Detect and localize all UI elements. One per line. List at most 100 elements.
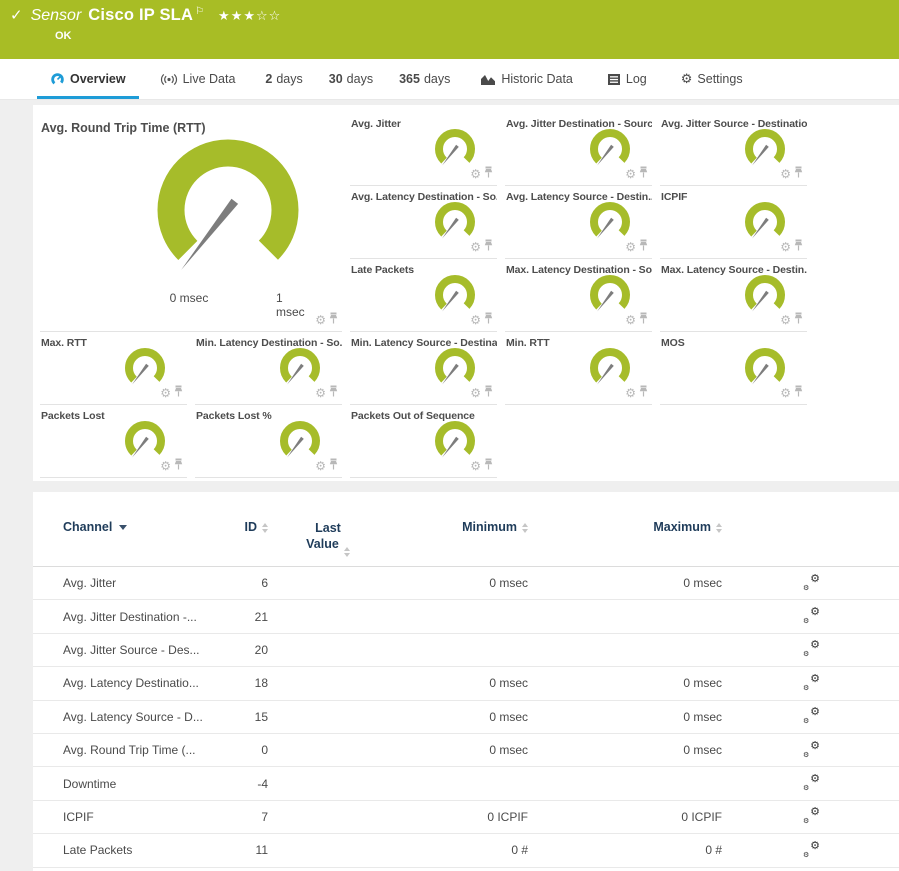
gauge-avg-latency-source-destin[interactable]: Avg. Latency Source - Destin... ⚙	[505, 186, 652, 259]
channel-name: Avg. Latency Source - D...	[63, 710, 208, 724]
table-row[interactable]: Avg. Round Trip Time (... 0 0 msec 0 mse…	[33, 734, 899, 767]
gauge-late-packets[interactable]: Late Packets ⚙	[350, 259, 497, 332]
tab-2-days[interactable]: 2 days	[252, 59, 315, 99]
gauge-pin-icon[interactable]	[484, 384, 493, 402]
table-header-row: Channel ID Last Value Minimum Maximum	[33, 520, 899, 567]
tab-live-data[interactable]: Live Data	[143, 59, 253, 99]
gauge-mos[interactable]: MOS ⚙	[660, 332, 807, 405]
gauge-title: Min. Latency Source - Destina...	[350, 332, 497, 349]
gauge-packets-out-of-sequence[interactable]: Packets Out of Sequence ⚙	[350, 405, 497, 478]
gauge-pin-icon[interactable]	[484, 165, 493, 183]
gauge-pin-icon[interactable]	[794, 311, 803, 329]
table-row[interactable]: Avg. Latency Source - D... 15 0 msec 0 m…	[33, 701, 899, 734]
gauge-gear-icon[interactable]: ⚙	[625, 168, 636, 180]
gauge-pin-icon[interactable]	[174, 457, 183, 475]
column-header-last-value[interactable]: Last Value	[302, 520, 354, 554]
gauge-gear-icon[interactable]: ⚙	[780, 387, 791, 399]
tab-30-days[interactable]: 30 days	[316, 59, 386, 99]
gauge-gear-icon[interactable]: ⚙	[470, 387, 481, 399]
gauge-avg-jitter[interactable]: Avg. Jitter ⚙	[350, 113, 497, 186]
gauge-pin-icon[interactable]	[639, 384, 648, 402]
gauge-gear-icon[interactable]: ⚙	[780, 314, 791, 326]
gauge-min-latency-source-destina[interactable]: Min. Latency Source - Destina... ⚙	[350, 332, 497, 405]
column-header-minimum[interactable]: Minimum	[462, 520, 528, 534]
gauge-pin-icon[interactable]	[329, 384, 338, 402]
gauge-pin-icon[interactable]	[794, 165, 803, 183]
column-header-channel[interactable]: Channel	[63, 520, 127, 534]
channel-settings-icon[interactable]: ⚙⚙	[803, 607, 820, 623]
channel-settings-icon[interactable]: ⚙⚙	[803, 807, 820, 823]
table-row[interactable]: Avg. Latency Destinatio... 18 0 msec 0 m…	[33, 667, 899, 700]
channel-settings-icon[interactable]: ⚙⚙	[803, 741, 820, 757]
channel-settings-icon[interactable]: ⚙⚙	[803, 674, 820, 690]
channel-id: 21	[208, 610, 268, 624]
gauge-title: Packets Lost %	[195, 405, 342, 422]
gauge-dial	[143, 267, 333, 284]
gauge-gear-icon[interactable]: ⚙	[160, 460, 171, 472]
flag-icon[interactable]: ⚐	[195, 6, 204, 17]
channel-name: Downtime	[63, 777, 208, 791]
table-row[interactable]: ICPIF 7 0 ICPIF 0 ICPIF ⚙⚙	[33, 801, 899, 834]
gauge-gear-icon[interactable]: ⚙	[625, 241, 636, 253]
table-row[interactable]: Avg. Jitter 6 0 msec 0 msec ⚙⚙	[33, 567, 899, 600]
gauge-packets-lost[interactable]: Packets Lost % ⚙	[195, 405, 342, 478]
sort-updown-icon	[262, 523, 268, 533]
channel-settings-icon[interactable]: ⚙⚙	[803, 640, 820, 656]
column-header-id[interactable]: ID	[245, 520, 269, 534]
gauge-avg-latency-destination-so[interactable]: Avg. Latency Destination - So... ⚙	[350, 186, 497, 259]
tab-log[interactable]: Log	[590, 59, 664, 99]
gauge-avg-round-trip-time-rtt[interactable]: Avg. Round Trip Time (RTT) 0 msec 1 msec…	[40, 113, 342, 332]
tab-overview[interactable]: Overview	[33, 59, 143, 99]
gauge-min-rtt[interactable]: Min. RTT ⚙	[505, 332, 652, 405]
gauge-pin-icon[interactable]	[639, 311, 648, 329]
gauge-gear-icon[interactable]: ⚙	[470, 241, 481, 253]
gauge-gear-icon[interactable]: ⚙	[315, 460, 326, 472]
gauge-min-latency-destination-so[interactable]: Min. Latency Destination - So... ⚙	[195, 332, 342, 405]
tab-365-days[interactable]: 365 days	[386, 59, 463, 99]
gauge-gear-icon[interactable]: ⚙	[160, 387, 171, 399]
gauge-gear-icon[interactable]: ⚙	[780, 241, 791, 253]
gauge-gear-icon[interactable]: ⚙	[470, 314, 481, 326]
gauge-icpif[interactable]: ICPIF ⚙	[660, 186, 807, 259]
channel-minimum: 0 msec	[388, 710, 528, 724]
gauge-max-latency-source-destin[interactable]: Max. Latency Source - Destin... ⚙	[660, 259, 807, 332]
gauge-pin-icon[interactable]	[174, 384, 183, 402]
gauge-pin-icon[interactable]	[484, 457, 493, 475]
gauge-gear-icon[interactable]: ⚙	[315, 314, 326, 326]
channel-settings-icon[interactable]: ⚙⚙	[803, 574, 820, 590]
tab-settings[interactable]: ⚙ Settings	[664, 59, 760, 99]
gauge-gear-icon[interactable]: ⚙	[625, 387, 636, 399]
gauge-pin-icon[interactable]	[484, 311, 493, 329]
gauge-gear-icon[interactable]: ⚙	[470, 460, 481, 472]
gauge-avg-jitter-source-destination[interactable]: Avg. Jitter Source - Destination ⚙	[660, 113, 807, 186]
gauge-packets-lost[interactable]: Packets Lost ⚙	[40, 405, 187, 478]
table-row[interactable]: Avg. Jitter Destination -... 21 ⚙⚙	[33, 600, 899, 633]
gauge-gear-icon[interactable]: ⚙	[470, 168, 481, 180]
gauge-avg-jitter-destination-source[interactable]: Avg. Jitter Destination - Source ⚙	[505, 113, 652, 186]
channel-name: ICPIF	[63, 810, 208, 824]
channel-settings-icon[interactable]: ⚙⚙	[803, 774, 820, 790]
tab-historic-data[interactable]: Historic Data	[463, 59, 590, 99]
table-row[interactable]: Downtime -4 ⚙⚙	[33, 767, 899, 800]
gauge-pin-icon[interactable]	[329, 311, 338, 329]
table-row[interactable]: Late Packets 11 0 # 0 # ⚙⚙	[33, 834, 899, 867]
gauge-gear-icon[interactable]: ⚙	[315, 387, 326, 399]
gauge-pin-icon[interactable]	[639, 165, 648, 183]
gauge-pin-icon[interactable]	[794, 384, 803, 402]
gauge-pin-icon[interactable]	[794, 238, 803, 256]
gauge-max-latency-destination-so[interactable]: Max. Latency Destination - So... ⚙	[505, 259, 652, 332]
gauge-title: Late Packets	[350, 259, 497, 276]
gauge-pin-icon[interactable]	[484, 238, 493, 256]
channel-id: 6	[208, 576, 268, 590]
column-header-maximum[interactable]: Maximum	[653, 520, 722, 534]
priority-stars[interactable]: ★★★☆☆	[218, 9, 281, 24]
channel-settings-icon[interactable]: ⚙⚙	[803, 841, 820, 857]
gauge-max-rtt[interactable]: Max. RTT ⚙	[40, 332, 187, 405]
gauge-pin-icon[interactable]	[639, 238, 648, 256]
channel-settings-icon[interactable]: ⚙⚙	[803, 707, 820, 723]
sensor-kind-label: Sensor	[31, 7, 82, 25]
gauge-pin-icon[interactable]	[329, 457, 338, 475]
gauge-gear-icon[interactable]: ⚙	[625, 314, 636, 326]
table-row[interactable]: Avg. Jitter Source - Des... 20 ⚙⚙	[33, 634, 899, 667]
gauge-gear-icon[interactable]: ⚙	[780, 168, 791, 180]
